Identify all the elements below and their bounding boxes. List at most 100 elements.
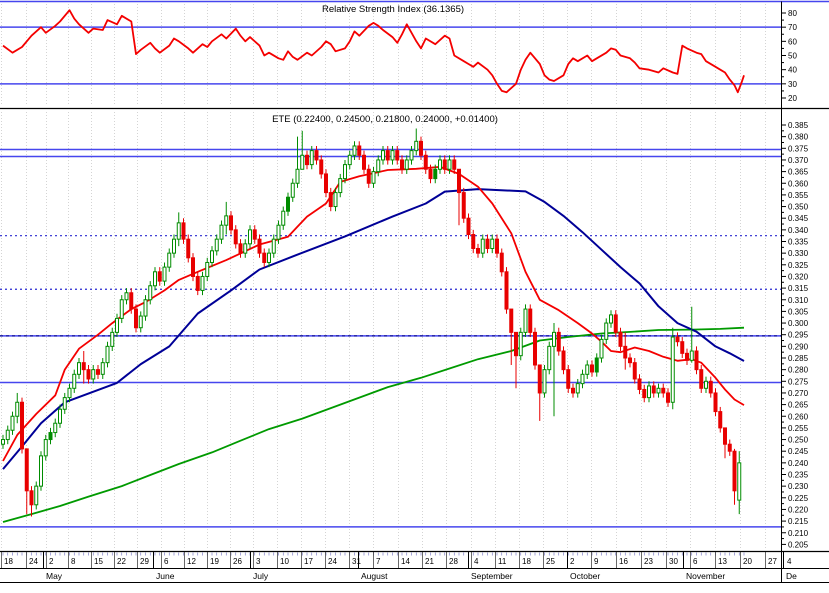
panel-borders bbox=[0, 0, 829, 583]
svg-text:0.360: 0.360 bbox=[788, 179, 809, 188]
svg-text:0.325: 0.325 bbox=[788, 261, 809, 270]
svg-text:0.265: 0.265 bbox=[788, 401, 809, 410]
svg-text:De: De bbox=[786, 571, 797, 581]
svg-text:60: 60 bbox=[788, 37, 797, 46]
rsi-panel[interactable]: Relative Strength Index (36.1365) bbox=[0, 4, 781, 106]
svg-text:0.215: 0.215 bbox=[788, 517, 809, 526]
svg-text:70: 70 bbox=[788, 23, 797, 32]
svg-text:0.365: 0.365 bbox=[788, 168, 809, 177]
svg-text:0.340: 0.340 bbox=[788, 226, 809, 235]
svg-text:0.335: 0.335 bbox=[788, 238, 809, 247]
svg-text:9: 9 bbox=[594, 557, 599, 566]
svg-text:0.280: 0.280 bbox=[788, 366, 809, 375]
svg-text:23: 23 bbox=[644, 557, 653, 566]
svg-text:0.330: 0.330 bbox=[788, 249, 809, 258]
svg-text:22: 22 bbox=[117, 557, 126, 566]
svg-text:0.210: 0.210 bbox=[788, 529, 809, 538]
svg-text:0.350: 0.350 bbox=[788, 203, 809, 212]
svg-text:0.275: 0.275 bbox=[788, 377, 809, 386]
svg-text:40: 40 bbox=[788, 66, 797, 75]
svg-text:25: 25 bbox=[546, 557, 555, 566]
svg-text:0.205: 0.205 bbox=[788, 540, 809, 549]
price-axis-ticks: 0.205 0.210 0.215 0.220 0.225 0.230 0.235 0.240… bbox=[781, 121, 809, 549]
rsi-axis-ticks: 20 30 40 50 60 70 80 bbox=[781, 9, 797, 103]
svg-text:4: 4 bbox=[474, 557, 479, 566]
svg-text:0.225: 0.225 bbox=[788, 494, 809, 503]
svg-text:17: 17 bbox=[304, 557, 313, 566]
svg-text:14: 14 bbox=[401, 557, 410, 566]
svg-text:0.375: 0.375 bbox=[788, 144, 809, 153]
svg-text:18: 18 bbox=[522, 557, 531, 566]
price-title: ETE (0.22400, 0.24500, 0.21800, 0.24000,… bbox=[272, 114, 498, 125]
svg-text:80: 80 bbox=[788, 9, 797, 18]
svg-text:31: 31 bbox=[352, 557, 361, 566]
svg-text:0.300: 0.300 bbox=[788, 319, 809, 328]
svg-text:0.260: 0.260 bbox=[788, 412, 809, 421]
svg-text:0.305: 0.305 bbox=[788, 307, 809, 316]
svg-text:8: 8 bbox=[71, 557, 76, 566]
svg-text:0.230: 0.230 bbox=[788, 482, 809, 491]
svg-text:18: 18 bbox=[4, 557, 13, 566]
svg-text:3: 3 bbox=[256, 557, 261, 566]
svg-text:4: 4 bbox=[787, 557, 792, 566]
svg-text:10: 10 bbox=[280, 557, 289, 566]
price-panel[interactable]: ETE (0.22400, 0.24500, 0.21800, 0.24000,… bbox=[0, 112, 781, 550]
svg-text:20: 20 bbox=[743, 557, 752, 566]
svg-text:29: 29 bbox=[140, 557, 149, 566]
svg-text:13: 13 bbox=[718, 557, 727, 566]
chart-window: Relative Strength Index (36.1365) ETE (0… bbox=[0, 0, 829, 593]
svg-text:0.250: 0.250 bbox=[788, 436, 809, 445]
svg-text:15: 15 bbox=[94, 557, 103, 566]
svg-text:2: 2 bbox=[49, 557, 54, 566]
svg-text:30: 30 bbox=[788, 80, 797, 89]
svg-text:October: October bbox=[570, 571, 600, 581]
svg-text:0.295: 0.295 bbox=[788, 331, 809, 340]
svg-text:12: 12 bbox=[187, 557, 196, 566]
svg-text:30: 30 bbox=[669, 557, 678, 566]
date-axis[interactable]: 18 24 2 8 15 22 29 6 12 19 26 3 10 17 24 31 7 14 21 28 4 11 18… bbox=[1, 552, 798, 581]
svg-text:0.315: 0.315 bbox=[788, 284, 809, 293]
svg-text:0.285: 0.285 bbox=[788, 354, 809, 363]
svg-text:0.235: 0.235 bbox=[788, 471, 809, 480]
svg-text:0.370: 0.370 bbox=[788, 156, 809, 165]
svg-text:24: 24 bbox=[328, 557, 337, 566]
svg-text:6: 6 bbox=[693, 557, 698, 566]
svg-text:September: September bbox=[471, 571, 513, 581]
svg-text:28: 28 bbox=[449, 557, 458, 566]
svg-text:6: 6 bbox=[164, 557, 169, 566]
svg-text:26: 26 bbox=[233, 557, 242, 566]
svg-text:0.310: 0.310 bbox=[788, 296, 809, 305]
svg-text:19: 19 bbox=[210, 557, 219, 566]
svg-text:7: 7 bbox=[376, 557, 381, 566]
svg-text:0.255: 0.255 bbox=[788, 424, 809, 433]
svg-text:2: 2 bbox=[570, 557, 575, 566]
svg-text:24: 24 bbox=[29, 557, 38, 566]
svg-text:November: November bbox=[686, 571, 725, 581]
svg-text:0.380: 0.380 bbox=[788, 133, 809, 142]
svg-text:0.385: 0.385 bbox=[788, 121, 809, 130]
rsi-gridlines bbox=[1, 4, 766, 106]
svg-text:21: 21 bbox=[425, 557, 434, 566]
svg-text:20: 20 bbox=[788, 94, 797, 103]
svg-text:0.240: 0.240 bbox=[788, 459, 809, 468]
rsi-title: Relative Strength Index (36.1365) bbox=[322, 4, 464, 15]
svg-text:August: August bbox=[361, 571, 388, 581]
chart-canvas[interactable]: Relative Strength Index (36.1365) ETE (0… bbox=[0, 0, 829, 593]
svg-text:0.270: 0.270 bbox=[788, 389, 809, 398]
svg-text:0.345: 0.345 bbox=[788, 214, 809, 223]
svg-text:July: July bbox=[253, 571, 269, 581]
svg-text:0.220: 0.220 bbox=[788, 505, 809, 514]
svg-text:0.355: 0.355 bbox=[788, 191, 809, 200]
svg-text:27: 27 bbox=[768, 557, 777, 566]
svg-text:11: 11 bbox=[498, 557, 507, 566]
svg-text:June: June bbox=[156, 571, 175, 581]
right-value-axis[interactable]: 20 30 40 50 60 70 80 0.205 0.210 0.215 0.220 0.225… bbox=[781, 9, 809, 549]
svg-text:50: 50 bbox=[788, 52, 797, 61]
svg-text:May: May bbox=[46, 571, 63, 581]
svg-text:0.320: 0.320 bbox=[788, 272, 809, 281]
date-ticks-and-labels: 18 24 2 8 15 22 29 6 12 19 26 3 10 17 24 31 7 14 21 28 4 11 18… bbox=[1, 552, 797, 581]
svg-text:0.290: 0.290 bbox=[788, 342, 809, 351]
support-resistance-lines bbox=[0, 148, 781, 528]
svg-text:0.245: 0.245 bbox=[788, 447, 809, 456]
svg-text:16: 16 bbox=[619, 557, 628, 566]
